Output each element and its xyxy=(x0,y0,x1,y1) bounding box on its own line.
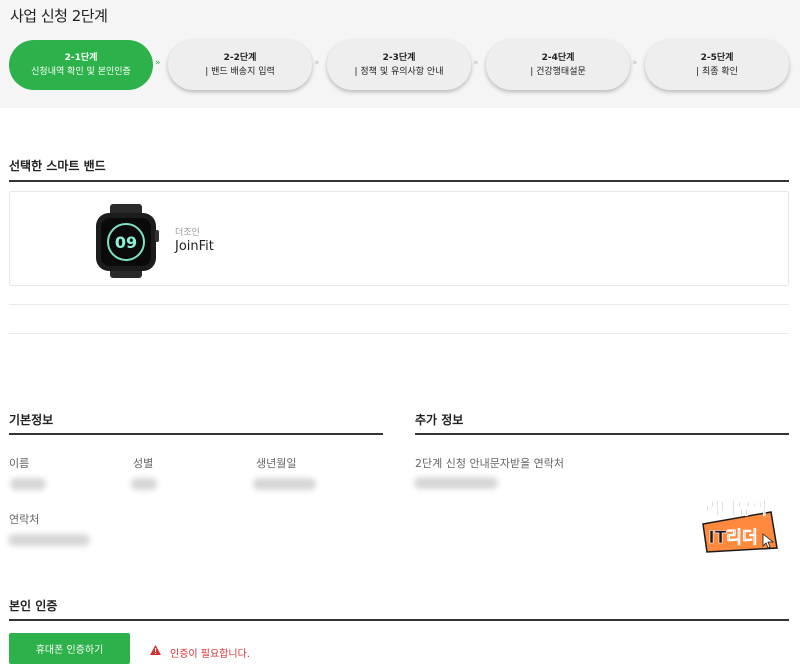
notify-contact-label: 2단계 신청 안내문자받을 연락처 xyxy=(415,457,565,470)
page-title: 사업 신청 2단계 xyxy=(10,7,108,25)
extra-info-title: 추가 정보 xyxy=(415,413,464,427)
watch-display: 09 xyxy=(115,233,137,252)
watermark-line2: IT리더 xyxy=(708,528,757,548)
step-2-4[interactable]: 2-4단계 | 건강행태설문 xyxy=(486,40,630,90)
step-number: 2-3단계 xyxy=(382,53,416,63)
step-2-5[interactable]: 2-5단계 | 최종 확인 xyxy=(645,40,789,90)
name-label: 이름 xyxy=(9,457,30,470)
band-card: 09 더조인 JoinFit xyxy=(9,191,789,286)
contact-label: 연락처 xyxy=(9,513,40,526)
band-section-title: 선택한 스마트 밴드 xyxy=(9,159,106,173)
divider-line xyxy=(9,333,789,334)
section-divider xyxy=(415,433,789,435)
step-number: 2-4단계 xyxy=(541,53,575,63)
name-value-redacted xyxy=(10,478,46,490)
notify-contact-value-redacted xyxy=(414,477,498,489)
birthdate-value-redacted xyxy=(253,478,316,490)
phone-verify-button[interactable]: 휴대폰 인증하기 xyxy=(9,633,130,664)
step-2-2[interactable]: 2-2단계 | 밴드 배송지 입력 xyxy=(168,40,312,90)
step-label: 신청내역 확인 및 본인인증 xyxy=(31,67,131,77)
step-arrow-icon: » xyxy=(473,58,479,68)
verification-warning: 인증이 필요합니다. xyxy=(170,649,250,660)
divider-line xyxy=(9,304,789,305)
step-label: | 정책 및 유의사항 안내 xyxy=(354,67,444,77)
step-number: 2-1단계 xyxy=(64,53,98,63)
band-maker: 더조인 xyxy=(175,228,200,238)
basic-info-title: 기본정보 xyxy=(9,413,54,427)
step-number: 2-5단계 xyxy=(700,53,734,63)
step-label: | 밴드 배송지 입력 xyxy=(205,67,275,77)
step-2-3[interactable]: 2-3단계 | 정책 및 유의사항 안내 xyxy=(327,40,471,90)
step-indicator: 2-1단계 신청내역 확인 및 본인인증 » 2-2단계 | 밴드 배송지 입력… xyxy=(0,40,800,90)
watermark-logo: 리더유의 IT리더 xyxy=(702,499,778,553)
step-arrow-icon: » xyxy=(314,58,320,68)
step-arrow-icon: » xyxy=(155,58,161,68)
warning-icon xyxy=(150,645,161,655)
step-number: 2-2단계 xyxy=(223,53,257,63)
step-label: | 최종 확인 xyxy=(696,67,738,77)
verification-title: 본인 인증 xyxy=(9,599,58,613)
contact-value-redacted xyxy=(8,534,90,546)
top-banner: 사업 신청 2단계 2-1단계 신청내역 확인 및 본인인증 » 2-2단계 |… xyxy=(0,0,800,108)
gender-value-redacted xyxy=(131,478,157,490)
smartwatch-image: 09 xyxy=(96,204,159,278)
section-divider xyxy=(9,180,789,182)
watermark-line1: 리더유의 xyxy=(705,499,768,519)
step-arrow-icon: » xyxy=(632,58,638,68)
gender-label: 성별 xyxy=(133,457,154,470)
step-2-1[interactable]: 2-1단계 신청내역 확인 및 본인인증 xyxy=(9,40,153,90)
section-divider xyxy=(9,433,383,435)
band-name: JoinFit xyxy=(175,239,214,254)
birthdate-label: 생년월일 xyxy=(256,457,297,470)
section-divider xyxy=(9,619,789,621)
step-label: | 건강행태설문 xyxy=(530,67,586,77)
